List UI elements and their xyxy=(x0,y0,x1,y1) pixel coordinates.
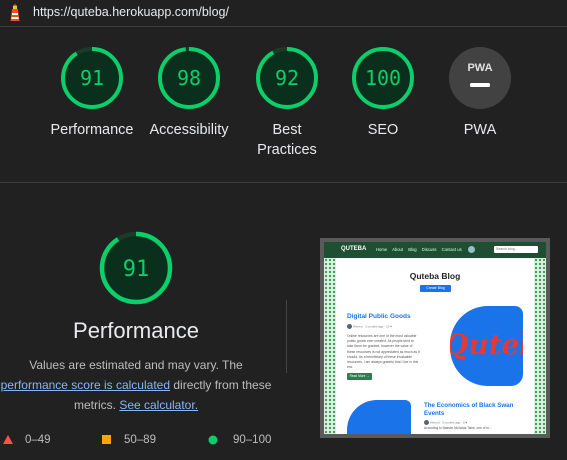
score-ring: 91 xyxy=(99,231,173,305)
gauge-score: 91 xyxy=(80,66,104,90)
site-brand: QUTEBA xyxy=(341,246,367,252)
post-image xyxy=(347,400,411,434)
score-ring: 91 xyxy=(61,47,123,109)
nav-link: Home xyxy=(376,247,388,252)
create-blog-button: Create Blog xyxy=(420,285,451,292)
red-triangle-icon xyxy=(3,435,13,445)
desc-prefix: Values are estimated and may vary. The xyxy=(29,358,243,372)
performance-score-link[interactable]: performance score is calculated xyxy=(1,378,170,392)
legend-range: 50–89 xyxy=(124,434,156,446)
score-ring: 98 xyxy=(158,47,220,109)
lighthouse-icon xyxy=(10,4,20,21)
decorative-pattern xyxy=(324,258,336,434)
decorative-pattern xyxy=(534,258,546,434)
performance-gauge-large: 91 xyxy=(98,230,174,306)
green-circle-icon xyxy=(208,435,218,445)
legend-fail: 0–49 xyxy=(3,434,51,446)
post-title: The Economics of Black Swan Events xyxy=(424,402,514,417)
post-meta: Ahmed · 2 months ago · 10 ♥ xyxy=(347,324,392,329)
gauge-best-practices[interactable]: 92 Best Practices xyxy=(239,46,335,160)
nav-link: About xyxy=(392,247,404,252)
divider xyxy=(0,182,567,183)
author-avatar xyxy=(347,324,352,329)
gauge-pwa[interactable]: PWA PWA xyxy=(432,46,528,140)
post-title: Digital Public Goods xyxy=(347,313,411,320)
gauge-score: 98 xyxy=(177,66,201,90)
gauge-label: Performance xyxy=(50,122,134,138)
performance-title: Performance xyxy=(73,318,199,343)
performance-score: 91 xyxy=(123,257,150,282)
post-meta: Ahmed · 3 months ago · 8 ♥ xyxy=(424,420,467,425)
read-more-button: Read More → xyxy=(347,373,372,380)
site-search: Search blog... xyxy=(494,246,538,253)
site-navbar: QUTEBA Home About Blog Discuss Contact u… xyxy=(324,242,546,258)
score-ring: 100 xyxy=(352,47,414,109)
orange-square-icon xyxy=(102,435,111,445)
gauge-seo[interactable]: 100 SEO xyxy=(335,46,431,140)
gauge-accessibility[interactable]: 98 Accessibility xyxy=(141,46,237,140)
final-screenshot[interactable]: QUTEBA Home About Blog Discuss Contact u… xyxy=(320,238,550,438)
address-bar: https://quteba.herokuapp.com/blog/ xyxy=(0,0,567,26)
gauge-label: Best Practices xyxy=(257,122,317,158)
post-meta-text: Ahmed · 2 months ago · 10 ♥ xyxy=(353,324,392,329)
pwa-badge-icon: PWA xyxy=(449,47,511,109)
post-image: Quteb xyxy=(450,306,523,386)
see-calculator-link[interactable]: See calculator. xyxy=(119,398,198,412)
nav-link: Discuss xyxy=(421,247,437,252)
legend-range: 90–100 xyxy=(233,434,272,446)
post-image-text: Quteb xyxy=(450,328,523,361)
post-meta-text: Ahmed · 3 months ago · 8 ♥ xyxy=(430,420,468,425)
avatar xyxy=(468,246,475,253)
nav-link: Contact us xyxy=(441,247,462,252)
screenshot-page: QUTEBA Home About Blog Discuss Contact u… xyxy=(324,242,546,434)
post-excerpt: According to Nassim Nicholas Taleb, one … xyxy=(424,426,492,430)
page-url[interactable]: https://quteba.herokuapp.com/blog/ xyxy=(33,5,229,19)
performance-description: Values are estimated and may vary. The p… xyxy=(0,355,272,415)
blog-title: Quteba Blog xyxy=(409,271,461,281)
gauge-performance[interactable]: 91 Performance xyxy=(44,46,140,140)
divider xyxy=(286,300,287,373)
gauge-score: PWA xyxy=(467,62,492,74)
legend-average: 50–89 xyxy=(102,434,156,446)
legend-range: 0–49 xyxy=(25,434,51,446)
author-avatar xyxy=(424,420,429,425)
gauge-score: 100 xyxy=(365,66,401,90)
post-excerpt: Online resources are one of the most val… xyxy=(347,334,420,370)
site-nav-links: Home About Blog Discuss Contact us xyxy=(376,247,466,252)
gauge-score: 92 xyxy=(275,66,299,90)
nav-link: Blog xyxy=(408,247,417,252)
score-ring: 92 xyxy=(256,47,318,109)
divider xyxy=(0,26,567,27)
gauge-label: SEO xyxy=(367,122,399,138)
gauge-label: Accessibility xyxy=(149,122,229,138)
legend-pass: 90–100 xyxy=(208,434,271,446)
gauge-label: PWA xyxy=(463,122,497,138)
